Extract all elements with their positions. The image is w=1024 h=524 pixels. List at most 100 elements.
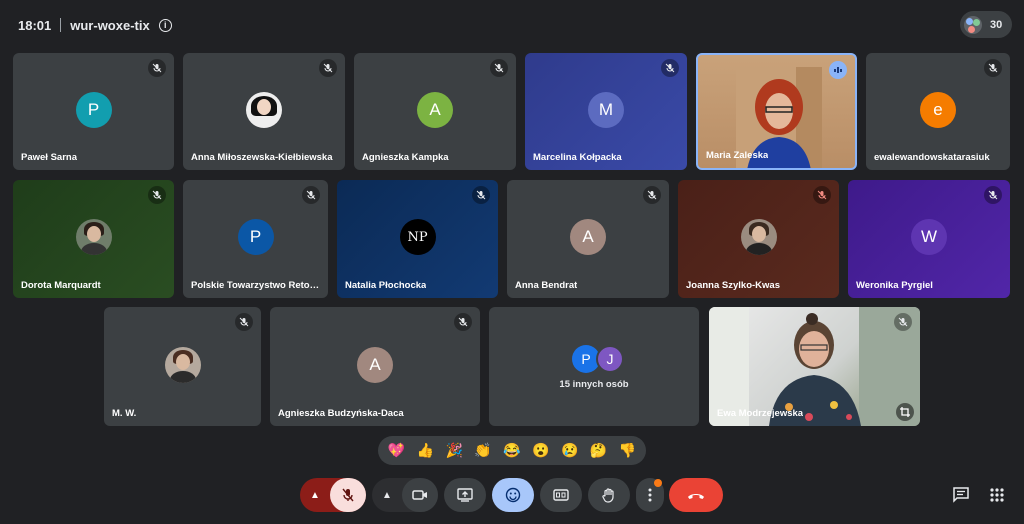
microphone-control: ▲ (300, 478, 366, 512)
more-vert-icon (648, 488, 652, 502)
captions-control (540, 478, 582, 512)
participant-name: Anna Miłoszewska-Kiełbiewska (191, 152, 333, 163)
participant-tile[interactable]: A Anna Bendrat (507, 180, 669, 298)
participant-tile[interactable]: P Polskie Towarzystwo Retor... (183, 180, 328, 298)
avatar: e (920, 91, 956, 128)
mic-off-icon (490, 59, 508, 77)
meeting-code: wur-woxe-tix (70, 17, 150, 33)
participant-name: Ewa Modrzejewska (717, 408, 804, 419)
info-icon[interactable]: i (158, 18, 172, 32)
raise-hand-control (588, 478, 630, 512)
participant-name: Marcelina Kołpacka (533, 152, 622, 163)
leave-call-button[interactable] (669, 478, 723, 512)
chat-button[interactable] (950, 484, 972, 506)
participant-name: Agnieszka Kampka (362, 152, 449, 163)
participant-tile[interactable]: Anna Miłoszewska-Kiełbiewska (183, 53, 345, 170)
hand-icon (602, 488, 614, 503)
mic-off-icon (984, 186, 1002, 204)
present-screen-button[interactable] (444, 478, 486, 512)
avatar-photo (740, 219, 777, 255)
raise-hand-button[interactable] (588, 478, 630, 512)
reaction-surprised[interactable]: 😮 (530, 442, 552, 459)
emoji-icon (505, 487, 521, 503)
reaction-laughing[interactable]: 😂 (501, 442, 523, 459)
participants-button[interactable]: 30 (960, 11, 1012, 38)
end-call-icon (688, 494, 704, 499)
participant-name: Paweł Sarna (21, 152, 77, 163)
participant-tile[interactable]: P Paweł Sarna (13, 53, 174, 170)
reaction-thumbs-down[interactable]: 👎 (616, 442, 638, 459)
mic-off-icon (643, 186, 661, 204)
mic-off-icon (984, 59, 1002, 77)
more-options-button[interactable] (636, 478, 664, 512)
participant-tile[interactable]: M. W. (104, 307, 261, 426)
reaction-party-popper[interactable]: 🎉 (443, 442, 465, 459)
present-control (444, 478, 486, 512)
reaction-thumbs-up[interactable]: 👍 (414, 442, 436, 459)
mic-off-icon (661, 59, 679, 77)
participant-name: Dorota Marquardt (21, 280, 101, 291)
meeting-info-bar: 18:01 wur-woxe-tix i (18, 16, 172, 34)
participant-video-tile-active-speaker[interactable]: Maria Zaleska (696, 53, 857, 170)
microphone-toggle-button[interactable] (330, 478, 366, 512)
participant-name: Maria Zaleska (706, 150, 769, 161)
participant-count: 30 (990, 18, 1003, 31)
participant-name: Anna Bendrat (515, 280, 578, 291)
crop-icon[interactable] (896, 403, 914, 421)
mic-off-icon (342, 488, 354, 502)
avatar: J (596, 345, 624, 373)
reaction-crying[interactable]: 😢 (559, 442, 581, 459)
reactions-bar: 💖 👍 🎉 👏 😂 😮 😢 🤔 👎 (378, 436, 646, 465)
avatar-photo (164, 346, 201, 383)
participant-name: M. W. (112, 408, 137, 419)
participant-tile[interactable]: NP Natalia Płochocka (337, 180, 498, 298)
participant-tile[interactable]: A Agnieszka Budzyńska-Daca (270, 307, 480, 426)
reaction-sparkling-heart[interactable]: 💖 (385, 442, 407, 459)
avatar: P (237, 219, 274, 255)
more-options-control (636, 478, 664, 512)
activities-button[interactable] (986, 484, 1008, 506)
participant-tile[interactable]: e ewalewandowskatarasiuk (866, 53, 1010, 170)
others-label: 15 innych osób (559, 379, 629, 390)
leave-call-control (669, 478, 723, 512)
mic-off-icon (235, 313, 253, 331)
participants-avatars-icon (964, 15, 982, 34)
camera-toggle-button[interactable] (402, 478, 438, 512)
participant-tile[interactable]: Dorota Marquardt (13, 180, 174, 298)
reaction-thinking[interactable]: 🤔 (588, 442, 610, 459)
participant-tile[interactable]: W Weronika Pyrgiel (848, 180, 1010, 298)
participant-tile[interactable]: Joanna Szylko-Kwas (678, 180, 839, 298)
reaction-clapping[interactable]: 👏 (472, 442, 494, 459)
divider (60, 18, 62, 32)
mic-off-icon (454, 313, 472, 331)
avatar: W (911, 219, 947, 255)
others-avatars: P J (572, 345, 624, 373)
audio-options-chevron-icon[interactable]: ▲ (300, 478, 330, 512)
mic-off-icon (472, 186, 490, 204)
camera-icon (412, 490, 427, 500)
reactions-button[interactable] (492, 478, 534, 512)
camera-control: ▲ (372, 478, 438, 512)
avatar: M (588, 91, 624, 128)
participant-name: ewalewandowskatarasiuk (874, 152, 990, 163)
mic-off-icon (894, 313, 912, 331)
participant-name: Weronika Pyrgiel (856, 280, 933, 291)
mic-off-icon (148, 186, 166, 204)
participant-name: Joanna Szylko-Kwas (686, 280, 780, 291)
video-options-chevron-icon[interactable]: ▲ (372, 478, 402, 512)
avatar: A (570, 219, 606, 255)
captions-button[interactable] (540, 478, 582, 512)
participant-tile[interactable]: M Marcelina Kołpacka (525, 53, 687, 170)
meeting-time: 18:01 (18, 17, 52, 33)
reactions-control (492, 478, 534, 512)
chat-icon (953, 487, 969, 503)
participant-tile[interactable]: A Agnieszka Kampka (354, 53, 516, 170)
mic-off-icon (319, 59, 337, 77)
avatar: NP (399, 219, 436, 255)
present-screen-icon (457, 488, 473, 502)
avatar: P (75, 91, 112, 128)
closed-captions-icon (553, 489, 569, 501)
participant-video-tile[interactable]: Ewa Modrzejewska (709, 307, 920, 426)
apps-grid-icon (990, 488, 1004, 502)
others-tile[interactable]: P J 15 innych osób (489, 307, 699, 426)
